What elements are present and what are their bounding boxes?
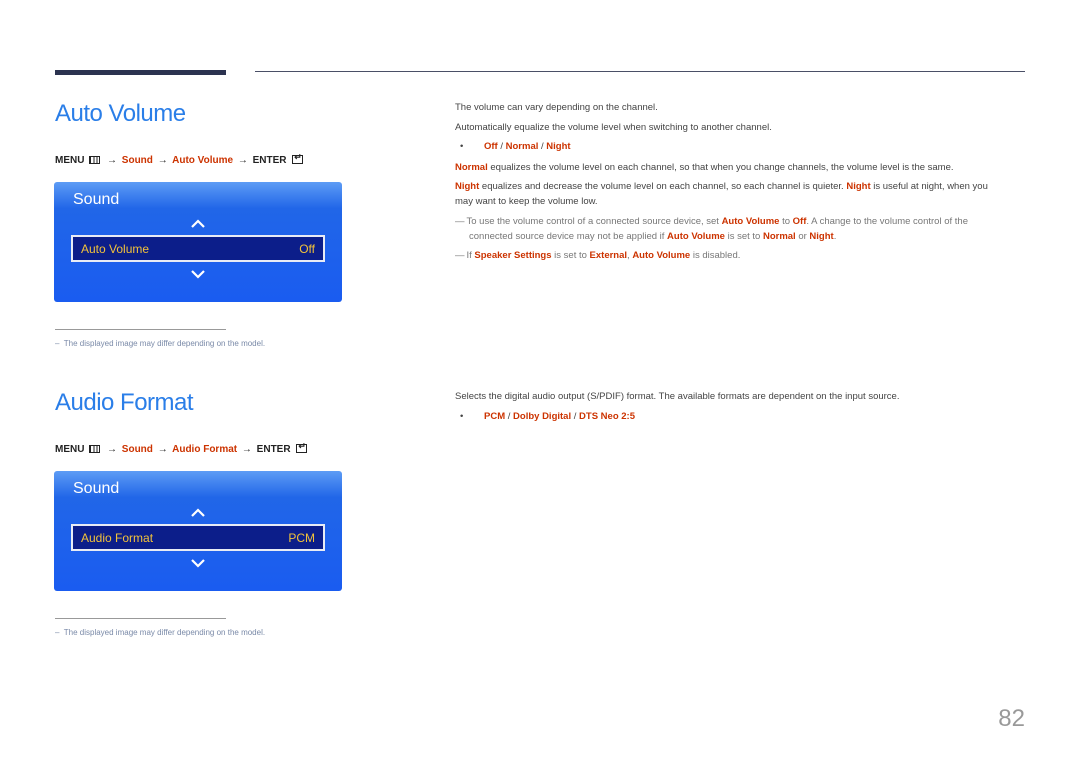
chevron-down-icon[interactable] (190, 557, 206, 569)
separator: / (505, 411, 514, 422)
note-term: External (589, 250, 628, 261)
osd-item-audio-format[interactable]: Audio Format PCM (71, 524, 325, 551)
separator: / (571, 411, 580, 422)
osd-item-label: Auto Volume (81, 242, 150, 256)
footnote: – The displayed image may differ dependi… (55, 339, 265, 348)
note-text: to (779, 216, 793, 227)
note-text: connected source device may not be appli… (469, 231, 668, 242)
chevron-down-icon[interactable] (190, 268, 206, 280)
explanation-night: Night equalizes and decrease the volume … (455, 181, 988, 192)
description-line: Automatically equalize the volume level … (455, 122, 772, 133)
osd-item-auto-volume[interactable]: Auto Volume Off (71, 235, 325, 262)
menu-step-audio-format: Audio Format (172, 444, 238, 455)
osd-title: Sound (73, 480, 120, 497)
header-bar-thin (255, 71, 1025, 72)
note-text: To use the volume control of a connected… (466, 216, 722, 227)
osd-title: Sound (73, 191, 120, 208)
note-text: is set to (551, 250, 590, 261)
note-text: is disabled. (690, 250, 741, 261)
sound-osd-panel: Sound Auto Volume Off (54, 182, 342, 302)
option-off: Off (484, 141, 498, 152)
note-text: is set to (724, 231, 763, 242)
menu-icon (89, 445, 101, 453)
note-text: . A change to the volume control of the (806, 216, 968, 227)
note-term: Auto Volume (667, 231, 725, 242)
menu-label: MENU (55, 155, 85, 166)
bullet: • (460, 411, 464, 422)
enter-label: ENTER (256, 444, 291, 455)
enter-icon (296, 441, 308, 453)
note-term: Off (792, 216, 807, 227)
chevron-up-icon[interactable] (190, 506, 206, 518)
arrow: → (157, 444, 168, 455)
menu-label: MENU (55, 444, 85, 455)
note-1: ― To use the volume control of a connecte… (455, 216, 968, 227)
arrow: → (107, 444, 118, 455)
osd-item-value: Off (299, 242, 315, 256)
description-line: The volume can vary depending on the cha… (455, 102, 658, 113)
header-bar-thick (55, 70, 226, 75)
menu-step-sound: Sound (121, 155, 153, 166)
option-pcm: PCM (484, 411, 506, 422)
note-text: . (833, 231, 837, 242)
option-dts-neo: DTS Neo 2:5 (579, 411, 635, 422)
note-term: Normal (762, 231, 796, 242)
footnote-divider (55, 618, 226, 619)
note-2: ― If Speaker Settings is set to External,… (455, 250, 740, 261)
footnote-dash: – (55, 339, 60, 348)
footnote-dash: – (55, 628, 60, 637)
options-list: • Off / Normal / Night (460, 141, 571, 152)
osd-item-value: PCM (288, 531, 315, 545)
explanation-night-cont: may want to keep the volume low. (455, 196, 598, 207)
explanation-text: equalizes the volume level on each chann… (487, 162, 954, 173)
separator: / (497, 141, 506, 152)
arrow: → (157, 155, 168, 166)
explanation-text: is useful at night, when you (870, 181, 988, 192)
menu-step-sound: Sound (121, 444, 153, 455)
enter-icon (292, 152, 304, 164)
arrow: → (237, 155, 248, 166)
auto-volume-title: Auto Volume (55, 100, 186, 127)
term-night: Night (455, 181, 480, 192)
menu-step-auto-volume: Auto Volume (172, 155, 234, 166)
auto-volume-menu-path: MENU → Sound → Auto Volume → ENTER (55, 152, 304, 166)
chevron-up-icon[interactable] (190, 217, 206, 229)
option-night: Night (546, 141, 571, 152)
note-dash: ― (455, 216, 465, 227)
explanation-text: equalizes and decrease the volume level … (479, 181, 847, 192)
sound-osd-panel: Sound Audio Format PCM (54, 471, 342, 591)
description-line: Selects the digital audio output (S/PDIF… (455, 391, 900, 402)
note-term: Auto Volume (721, 216, 780, 227)
note-term: Auto Volume (632, 250, 691, 261)
arrow: → (107, 155, 118, 166)
note-1-cont: connected source device may not be appli… (469, 231, 836, 242)
explanation-normal: Normal equalizes the volume level on eac… (455, 162, 954, 173)
footnote-text: The displayed image may differ depending… (63, 628, 266, 637)
options-list: • PCM / Dolby Digital / DTS Neo 2:5 (460, 411, 635, 422)
menu-icon (89, 156, 101, 164)
footnote-divider (55, 329, 226, 330)
note-term: Night (809, 231, 834, 242)
audio-format-menu-path: MENU → Sound → Audio Format → ENTER (55, 441, 308, 455)
footnote: – The displayed image may differ dependi… (55, 628, 265, 637)
osd-item-label: Audio Format (81, 531, 154, 545)
enter-label: ENTER (252, 155, 287, 166)
bullet: • (460, 141, 464, 152)
term-normal: Normal (455, 162, 488, 173)
option-normal: Normal (505, 141, 539, 152)
note-text: or (795, 231, 810, 242)
note-dash: ― (455, 250, 465, 261)
term-night: Night (846, 181, 871, 192)
note-term: Speaker Settings (474, 250, 552, 261)
arrow: → (241, 444, 252, 455)
audio-format-title: Audio Format (55, 389, 194, 416)
footnote-text: The displayed image may differ depending… (63, 339, 266, 348)
option-dolby-digital: Dolby Digital (513, 411, 572, 422)
page-number: 82 (998, 705, 1025, 732)
